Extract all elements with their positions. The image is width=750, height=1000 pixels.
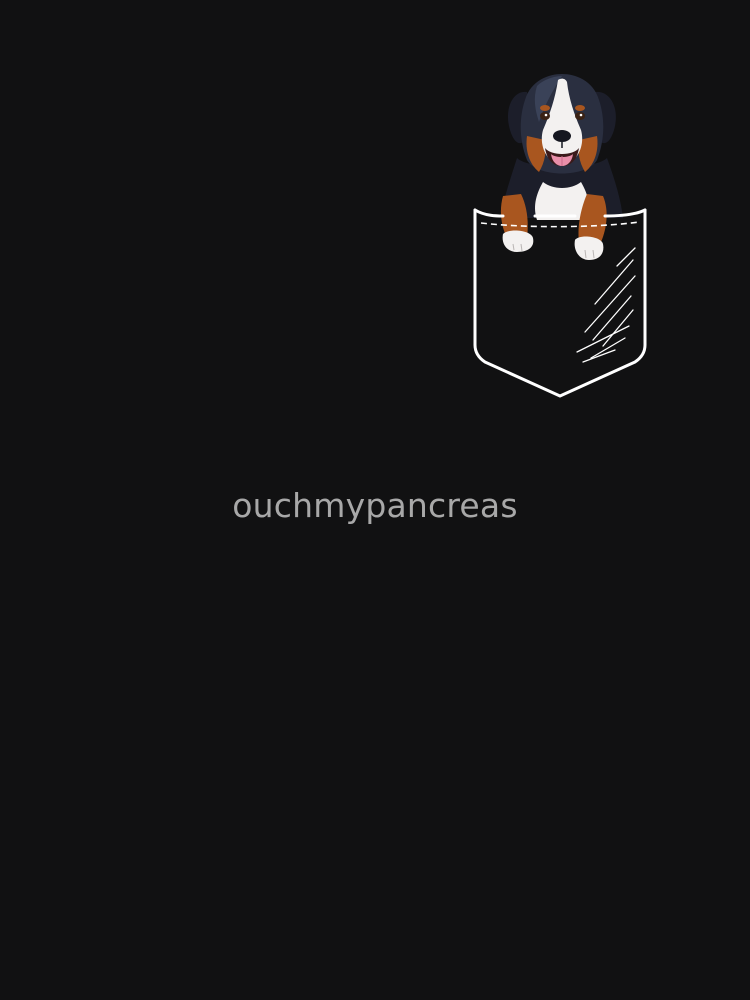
dog-right-paw [574,236,604,260]
watermark-text: ouchmypancreas [232,486,518,525]
pocket-outline [473,208,647,398]
dog-left-eye [540,112,550,120]
dog-left-brow [540,105,550,111]
dog-left-paw [502,230,534,252]
dog-in-pocket-illustration [473,74,647,398]
dog-right-brow [575,105,585,111]
pocket-crease-lines [576,247,636,363]
design-canvas: ouchmypancreas [0,0,750,1000]
dog-right-eye [575,112,585,120]
dog-nose [553,130,571,142]
